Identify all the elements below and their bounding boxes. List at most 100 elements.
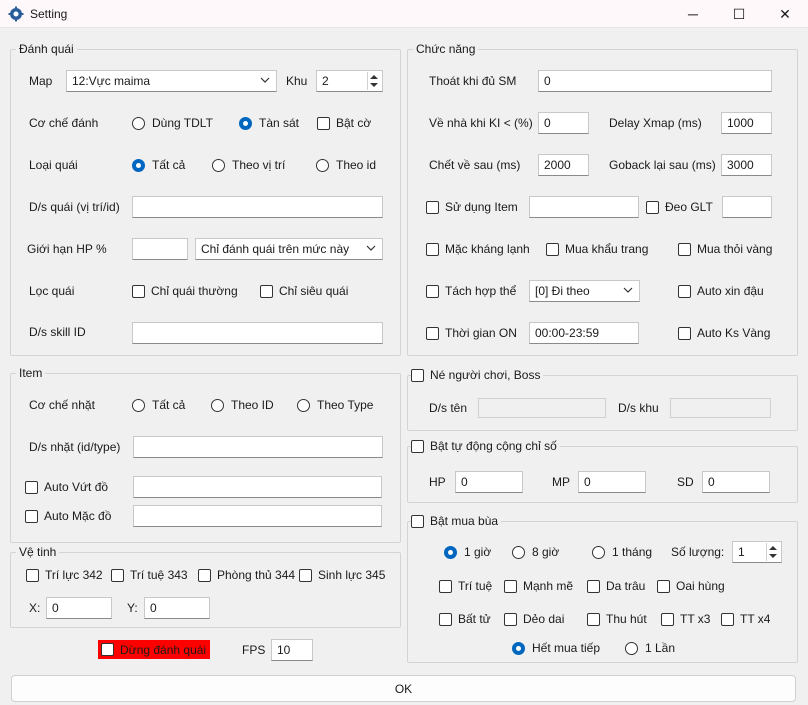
chet-ve-label: Chết về sau (ms) bbox=[429, 158, 521, 172]
auto-vut-do-input[interactable] bbox=[133, 476, 382, 498]
check-auto-vut-do[interactable]: Auto Vứt đồ bbox=[25, 480, 108, 494]
hp-input[interactable]: 0 bbox=[455, 471, 523, 493]
goback-input[interactable]: 3000 bbox=[721, 154, 772, 176]
mp-input[interactable]: 0 bbox=[578, 471, 646, 493]
check-auto-ks-vang-label: Auto Ks Vàng bbox=[697, 326, 771, 340]
radio-1-lan[interactable]: 1 Lần bbox=[625, 641, 675, 655]
gioi-han-hp-mode-select[interactable]: Chỉ đánh quái trên mức này bbox=[195, 238, 383, 260]
so-luong-spin-buttons[interactable] bbox=[766, 543, 780, 561]
tach-hop-the-select[interactable]: [0] Đi theo bbox=[529, 280, 640, 302]
delay-xmap-input[interactable]: 1000 bbox=[721, 112, 772, 134]
thoat-input[interactable]: 0 bbox=[538, 70, 772, 92]
ds-skill-input[interactable] bbox=[132, 322, 383, 344]
gioi-han-hp-input[interactable] bbox=[132, 238, 188, 260]
check-tach-hop-the[interactable]: Tách hợp thể bbox=[426, 284, 516, 298]
radio-item-theo-type-label: Theo Type bbox=[317, 398, 374, 412]
check-ne-nguoi-choi-label: Né người chơi, Boss bbox=[430, 368, 541, 382]
radio-theo-vi-tri[interactable]: Theo vị trí bbox=[212, 158, 285, 172]
check-sinh-luc-345[interactable]: Sinh lực 345 bbox=[299, 568, 385, 582]
check-bua-da-trau[interactable]: Da trâu bbox=[587, 579, 645, 593]
check-mua-bua[interactable]: Bật mua bùa bbox=[411, 514, 502, 528]
check-auto-ks-vang[interactable]: Auto Ks Vàng bbox=[678, 326, 770, 340]
check-bua-oai-hung[interactable]: Oai hùng bbox=[657, 579, 725, 593]
ve-nha-input[interactable]: 0 bbox=[538, 112, 589, 134]
check-mua-khau-trang[interactable]: Mua khẩu trang bbox=[546, 242, 648, 256]
khu-label: Khu bbox=[286, 74, 308, 88]
check-auto-mac-do[interactable]: Auto Mặc đồ bbox=[25, 509, 111, 523]
close-icon[interactable]: ✕ bbox=[762, 0, 808, 28]
ds-quai-label: D/s quái (vị trí/id) bbox=[29, 200, 120, 214]
ds-ten-input[interactable] bbox=[478, 398, 606, 418]
check-mua-thoi-vang[interactable]: Mua thỏi vàng bbox=[678, 242, 772, 256]
so-luong-stepper[interactable]: 1 bbox=[732, 541, 782, 563]
radio-tat-ca[interactable]: Tất cả bbox=[132, 158, 185, 172]
check-su-dung-item[interactable]: Sử dụng Item bbox=[426, 200, 518, 214]
check-chi-sieu-quai-label: Chỉ siêu quái bbox=[279, 284, 349, 298]
radio-dung-tdlt[interactable]: Dùng TDLT bbox=[132, 116, 213, 130]
radio-het-mua-tiep[interactable]: Hết mua tiếp bbox=[512, 641, 600, 655]
ds-quai-input[interactable] bbox=[132, 196, 383, 218]
check-bat-co[interactable]: Bật cờ bbox=[317, 116, 371, 130]
check-mac-khang-lanh-label: Mặc kháng lạnh bbox=[445, 242, 530, 256]
thoi-gian-on-input[interactable]: 00:00-23:59 bbox=[529, 322, 639, 344]
radio-theo-vi-tri-label: Theo vị trí bbox=[232, 158, 286, 172]
radio-8-gio[interactable]: 8 giờ bbox=[512, 545, 559, 559]
ds-nhat-label: D/s nhặt (id/type) bbox=[29, 440, 121, 454]
check-mac-khang-lanh[interactable]: Mặc kháng lạnh bbox=[426, 242, 530, 256]
group-title-danh-quai: Đánh quái bbox=[16, 42, 77, 56]
map-select[interactable]: 12:Vực maima bbox=[66, 70, 277, 92]
check-cong-chi-so[interactable]: Bật tự động cộng chỉ số bbox=[411, 439, 560, 453]
radio-item-theo-id[interactable]: Theo ID bbox=[211, 398, 274, 412]
fps-input[interactable]: 10 bbox=[271, 639, 313, 661]
window-title: Setting bbox=[30, 7, 68, 21]
check-bua-deo-dai[interactable]: Dẻo dai bbox=[504, 612, 564, 626]
su-dung-item-input[interactable] bbox=[529, 196, 639, 218]
check-bua-tt-x4-label: TT x4 bbox=[740, 612, 771, 626]
maximize-icon[interactable]: ☐ bbox=[716, 0, 762, 28]
check-bua-manh-me[interactable]: Mạnh mẽ bbox=[504, 579, 573, 593]
check-bua-tt-x4[interactable]: TT x4 bbox=[721, 612, 770, 626]
ds-khu-input[interactable] bbox=[670, 398, 771, 418]
radio-item-tat-ca[interactable]: Tất cả bbox=[132, 398, 185, 412]
check-ne-nguoi-choi[interactable]: Né người chơi, Boss bbox=[411, 368, 544, 382]
sd-input[interactable]: 0 bbox=[702, 471, 770, 493]
check-phong-thu-344[interactable]: Phòng thủ 344 bbox=[198, 568, 295, 582]
minimize-icon[interactable]: ─ bbox=[670, 0, 716, 28]
radio-item-theo-type[interactable]: Theo Type bbox=[297, 398, 373, 412]
y-input[interactable]: 0 bbox=[144, 597, 210, 619]
ok-button[interactable]: OK bbox=[11, 675, 796, 702]
ds-nhat-input[interactable] bbox=[133, 436, 383, 458]
check-tri-tue-343[interactable]: Trí tuệ 343 bbox=[111, 568, 188, 582]
check-thoi-gian-on[interactable]: Thời gian ON bbox=[426, 326, 517, 340]
check-bua-tri-tue[interactable]: Trí tuệ bbox=[439, 579, 492, 593]
check-bua-thu-hut[interactable]: Thu hút bbox=[587, 612, 647, 626]
check-auto-xin-dau[interactable]: Auto xin đậu bbox=[678, 284, 764, 298]
radio-1-gio[interactable]: 1 giờ bbox=[444, 545, 491, 559]
check-bua-tt-x3[interactable]: TT x3 bbox=[661, 612, 710, 626]
auto-mac-do-input[interactable] bbox=[133, 505, 382, 527]
khu-stepper[interactable]: 2 bbox=[316, 70, 383, 92]
check-dung-danh-quai[interactable]: Dừng đánh quái bbox=[98, 640, 210, 659]
goback-label: Goback lại sau (ms) bbox=[609, 158, 716, 172]
check-cong-chi-so-label: Bật tự động cộng chỉ số bbox=[430, 439, 557, 453]
check-sinh-luc-345-label: Sinh lực 345 bbox=[318, 568, 386, 582]
deo-glt-input[interactable] bbox=[722, 196, 772, 218]
co-che-nhat-label: Cơ chế nhặt bbox=[29, 398, 95, 412]
check-phong-thu-344-label: Phòng thủ 344 bbox=[217, 568, 296, 582]
chet-ve-input[interactable]: 2000 bbox=[538, 154, 589, 176]
check-deo-glt[interactable]: Đeo GLT bbox=[646, 200, 713, 214]
check-bua-bat-tu[interactable]: Bất tử bbox=[439, 612, 491, 626]
check-chi-sieu-quai[interactable]: Chỉ siêu quái bbox=[260, 284, 348, 298]
check-chi-quai-thuong[interactable]: Chỉ quái thường bbox=[132, 284, 238, 298]
check-tri-tue-343-label: Trí tuệ 343 bbox=[130, 568, 188, 582]
check-tri-luc-342[interactable]: Trí lực 342 bbox=[26, 568, 103, 582]
check-bua-tt-x3-label: TT x3 bbox=[680, 612, 711, 626]
radio-1-thang[interactable]: 1 tháng bbox=[592, 545, 652, 559]
radio-tan-sat[interactable]: Tàn sát bbox=[239, 116, 299, 130]
check-bua-da-trau-label: Da trâu bbox=[606, 579, 646, 593]
check-deo-glt-label: Đeo GLT bbox=[665, 200, 713, 214]
radio-theo-id[interactable]: Theo id bbox=[316, 158, 376, 172]
khu-spin-buttons[interactable] bbox=[367, 72, 381, 90]
x-input[interactable]: 0 bbox=[46, 597, 112, 619]
loc-quai-label: Lọc quái bbox=[29, 284, 75, 298]
